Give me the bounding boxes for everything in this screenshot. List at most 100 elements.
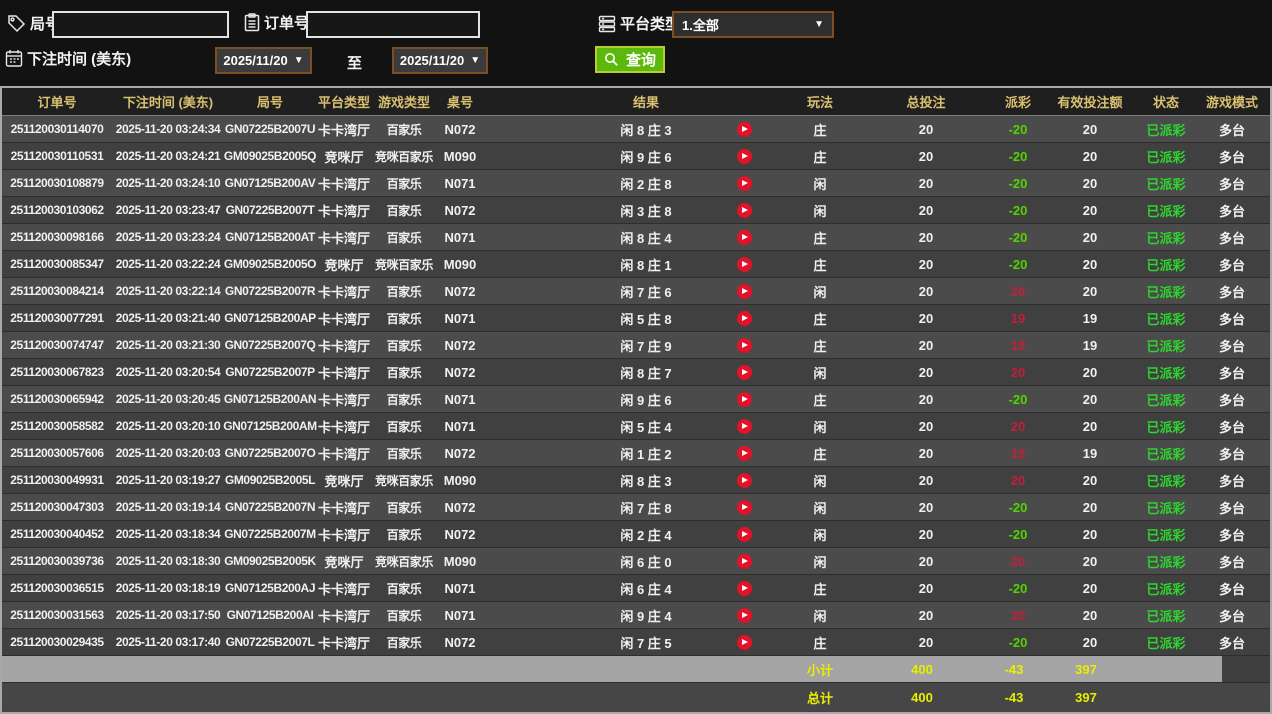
cell-mode: 多台 bbox=[1192, 305, 1272, 331]
round-input[interactable] bbox=[52, 11, 229, 38]
replay-button[interactable] bbox=[737, 284, 752, 299]
table-row: 2511200300853472025-11-20 03:22:24GM0902… bbox=[2, 251, 1270, 278]
cell-result: 闲 8 庄 7 bbox=[588, 359, 704, 385]
replay-button[interactable] bbox=[737, 257, 752, 272]
cell-mode: 多台 bbox=[1192, 494, 1272, 520]
cell-order-id: 251120030047303 bbox=[2, 494, 112, 520]
cell-bet-time: 2025-11-20 03:24:21 bbox=[112, 143, 224, 169]
table-row: 2511200301088792025-11-20 03:24:10GN0712… bbox=[2, 170, 1270, 197]
replay-button[interactable] bbox=[737, 635, 752, 650]
subtotal-row: 小计 400 -43 397 bbox=[2, 656, 1270, 683]
replay-button[interactable] bbox=[737, 554, 752, 569]
replay-button[interactable] bbox=[737, 203, 752, 218]
cell-game-type: 竞咪百家乐 bbox=[372, 548, 436, 574]
cell-status: 已派彩 bbox=[1140, 386, 1192, 412]
cell-bet-time: 2025-11-20 03:20:54 bbox=[112, 359, 224, 385]
replay-button[interactable] bbox=[737, 473, 752, 488]
cell-total-bet: 20 bbox=[856, 251, 996, 277]
cell-order-id: 251120030049931 bbox=[2, 467, 112, 493]
cell-total-bet: 20 bbox=[856, 629, 996, 655]
cell-order-id: 251120030098166 bbox=[2, 224, 112, 250]
subtotal-valid-bet: 397 bbox=[1036, 656, 1136, 682]
replay-button[interactable] bbox=[737, 230, 752, 245]
cell-bet-time: 2025-11-20 03:19:27 bbox=[112, 467, 224, 493]
cell-table-no: M090 bbox=[436, 143, 484, 169]
cell-result: 闲 7 庄 8 bbox=[588, 494, 704, 520]
cell-play: 闲 bbox=[784, 278, 856, 304]
cell-result: 闲 2 庄 8 bbox=[588, 170, 704, 196]
cell-round-id: GN07125B200AT bbox=[224, 224, 316, 250]
column-header-result: 结果 bbox=[588, 88, 704, 115]
cell-spacer bbox=[484, 521, 588, 547]
cell-round-id: GN07125B200AP bbox=[224, 305, 316, 331]
cell-mode: 多台 bbox=[1192, 359, 1272, 385]
cell-payout: 19 bbox=[996, 440, 1040, 466]
replay-button[interactable] bbox=[737, 419, 752, 434]
cell-round-id: GN07225B2007R bbox=[224, 278, 316, 304]
cell-mode: 多台 bbox=[1192, 278, 1272, 304]
cell-round-id: GN07225B2007Q bbox=[224, 332, 316, 358]
bet-time-filter-label: 下注时间 (美东) bbox=[27, 48, 131, 69]
cell-round-id: GN07125B200AV bbox=[224, 170, 316, 196]
replay-button[interactable] bbox=[737, 338, 752, 353]
order-input[interactable] bbox=[306, 11, 480, 38]
cell-mode: 多台 bbox=[1192, 602, 1272, 628]
cell-status: 已派彩 bbox=[1140, 548, 1192, 574]
replay-button[interactable] bbox=[737, 581, 752, 596]
cell-mode: 多台 bbox=[1192, 116, 1272, 142]
cell-bet-time: 2025-11-20 03:24:10 bbox=[112, 170, 224, 196]
date-to-picker[interactable]: 2025/11/20 ▼ bbox=[392, 47, 488, 74]
cell-game-type: 竞咪百家乐 bbox=[372, 467, 436, 493]
platform-select[interactable]: 1.全部 ▼ bbox=[672, 11, 834, 38]
cell-result: 闲 9 庄 6 bbox=[588, 386, 704, 412]
cell-round-id: GN07125B200AJ bbox=[224, 575, 316, 601]
replay-button[interactable] bbox=[737, 365, 752, 380]
search-button-label: 查询 bbox=[626, 49, 656, 70]
cell-replay bbox=[704, 143, 784, 169]
cell-platform: 竞咪厅 bbox=[316, 467, 372, 493]
cell-game-type: 百家乐 bbox=[372, 224, 436, 250]
cell-replay bbox=[704, 116, 784, 142]
cell-payout: -20 bbox=[996, 116, 1040, 142]
column-header-game-type: 游戏类型 bbox=[372, 88, 436, 115]
cell-spacer bbox=[484, 170, 588, 196]
replay-button[interactable] bbox=[737, 392, 752, 407]
cell-bet-time: 2025-11-20 03:21:40 bbox=[112, 305, 224, 331]
cell-play: 庄 bbox=[784, 332, 856, 358]
cell-valid-bet: 20 bbox=[1040, 170, 1140, 196]
cell-round-id: GN07225B2007O bbox=[224, 440, 316, 466]
replay-button[interactable] bbox=[737, 446, 752, 461]
cell-table-no: N071 bbox=[436, 602, 484, 628]
replay-button[interactable] bbox=[737, 176, 752, 191]
cell-valid-bet: 20 bbox=[1040, 494, 1140, 520]
date-from-picker[interactable]: 2025/11/20 ▼ bbox=[215, 47, 312, 74]
search-button[interactable]: 查询 bbox=[595, 46, 665, 73]
table-row: 2511200300499312025-11-20 03:19:27GM0902… bbox=[2, 467, 1270, 494]
replay-button[interactable] bbox=[737, 122, 752, 137]
cell-platform: 卡卡湾厅 bbox=[316, 305, 372, 331]
cell-valid-bet: 20 bbox=[1040, 197, 1140, 223]
table-row: 2511200300404522025-11-20 03:18:34GN0722… bbox=[2, 521, 1270, 548]
cell-result: 闲 7 庄 6 bbox=[588, 278, 704, 304]
cell-order-id: 251120030077291 bbox=[2, 305, 112, 331]
cell-total-bet: 20 bbox=[856, 575, 996, 601]
betting-records-screen: 局号 订单号 平台类型 1.全部 ▼ 下注时间 (美东) 20 bbox=[0, 0, 1272, 714]
cell-order-id: 251120030114070 bbox=[2, 116, 112, 142]
replay-button[interactable] bbox=[737, 608, 752, 623]
table-header-row: 订单号下注时间 (美东)局号平台类型游戏类型桌号结果玩法总投注派彩有效投注额状态… bbox=[2, 88, 1270, 116]
cell-total-bet: 20 bbox=[856, 413, 996, 439]
table-row: 2511200300315632025-11-20 03:17:50GN0712… bbox=[2, 602, 1270, 629]
cell-result: 闲 1 庄 2 bbox=[588, 440, 704, 466]
grand-total-row: 总计 400 -43 397 bbox=[2, 683, 1270, 711]
grand-total-valid-bet: 397 bbox=[1036, 683, 1136, 711]
cell-result: 闲 8 庄 3 bbox=[588, 467, 704, 493]
replay-button[interactable] bbox=[737, 527, 752, 542]
cell-valid-bet: 20 bbox=[1040, 602, 1140, 628]
replay-button[interactable] bbox=[737, 149, 752, 164]
cell-replay bbox=[704, 170, 784, 196]
chevron-down-icon: ▼ bbox=[470, 55, 480, 66]
column-header-spacer bbox=[484, 88, 588, 115]
table-row: 2511200301030622025-11-20 03:23:47GN0722… bbox=[2, 197, 1270, 224]
replay-button[interactable] bbox=[737, 311, 752, 326]
replay-button[interactable] bbox=[737, 500, 752, 515]
